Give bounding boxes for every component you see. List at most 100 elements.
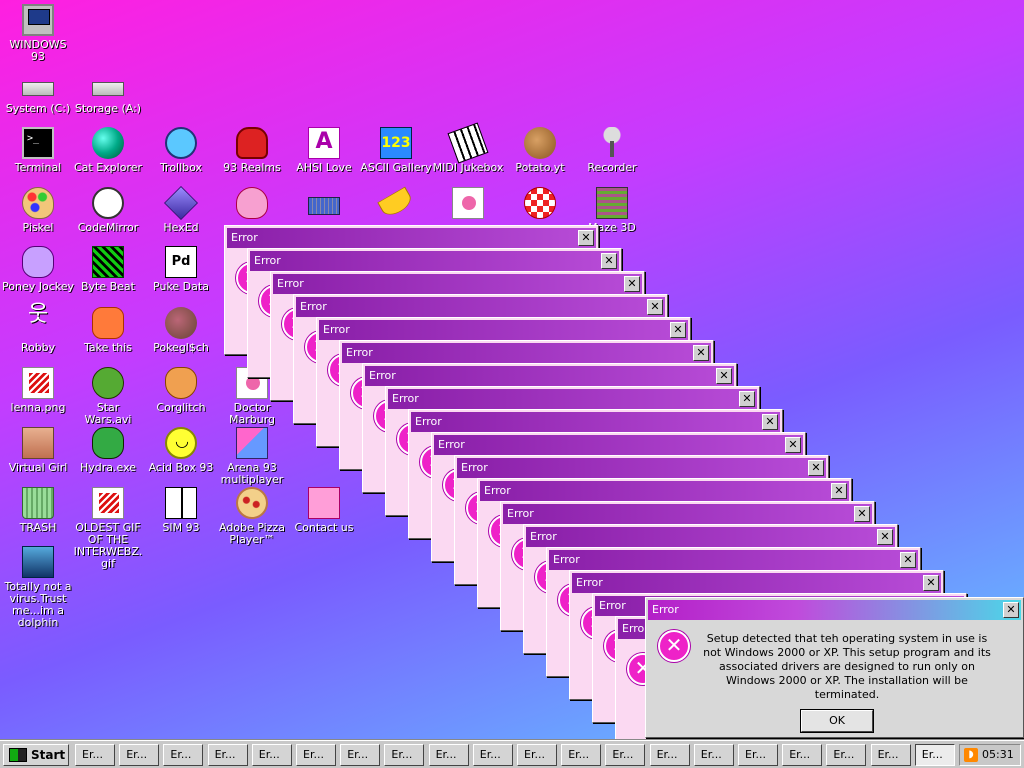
- error-window-titlebar[interactable]: Error ✕: [250, 251, 619, 271]
- desktop-icon-acid-box-93[interactable]: Acid Box 93: [144, 427, 218, 474]
- taskbar-button-error[interactable]: Er...: [163, 744, 204, 766]
- error-dialog[interactable]: Error ✕ ✕ Setup detected that teh operat…: [645, 597, 1024, 738]
- desktop-icon-take-this[interactable]: Take this: [71, 307, 145, 354]
- desktop-icon-teapot[interactable]: [215, 187, 289, 222]
- error-window-titlebar[interactable]: Error ✕: [227, 228, 596, 248]
- close-icon[interactable]: ✕: [1003, 602, 1019, 618]
- error-window-titlebar[interactable]: Error ✕: [549, 550, 918, 570]
- dolphin-icon: [22, 546, 54, 578]
- close-icon[interactable]: ✕: [601, 253, 617, 269]
- desktop-icon-robby[interactable]: Robby: [1, 307, 75, 354]
- desktop-icon-poney-jockey[interactable]: Poney Jockey: [1, 246, 75, 293]
- error-window-title: Error: [507, 507, 534, 520]
- error-window-titlebar[interactable]: Error ✕: [411, 412, 780, 432]
- desktop-icon-hexed[interactable]: HexEd: [144, 186, 218, 234]
- error-window-titlebar[interactable]: Error ✕: [273, 274, 642, 294]
- rss-icon[interactable]: ◗: [964, 748, 978, 762]
- taskbar-button-error[interactable]: Er...: [428, 744, 469, 766]
- taskbar-button-error[interactable]: Er...: [605, 744, 646, 766]
- desktop-icon-puke-data[interactable]: Pd Puke Data: [144, 246, 218, 293]
- close-icon[interactable]: ✕: [578, 230, 594, 246]
- desktop-icon-ascii-gallery[interactable]: 123 ASCII Gallery: [359, 127, 433, 174]
- desktop-icon-piskel[interactable]: Piskel: [1, 187, 75, 234]
- error-window-titlebar[interactable]: Error ✕: [388, 389, 757, 409]
- desktop-icon-adobe-pizza[interactable]: Adobe Pizza Player™: [215, 487, 289, 546]
- taskbar-button-error[interactable]: Er...: [75, 744, 115, 766]
- taskbar-button-error[interactable]: Er...: [119, 744, 160, 766]
- desktop-icon-recorder[interactable]: Recorder: [575, 127, 649, 174]
- desktop-icon-93-realms[interactable]: 93 Realms: [215, 127, 289, 174]
- taskbar-button-error[interactable]: Er...: [914, 744, 955, 766]
- desktop-icon-hydra-exe[interactable]: Hydra.exe: [71, 427, 145, 474]
- taskbar-button-error[interactable]: Er...: [649, 744, 690, 766]
- close-icon[interactable]: ✕: [647, 299, 663, 315]
- terminal-icon: [22, 127, 54, 159]
- desktop-icon-dolphin[interactable]: Totally not a virus.Trust me...im a dolp…: [1, 546, 75, 629]
- desktop-icon-cat-explorer[interactable]: Cat Explorer: [71, 127, 145, 174]
- close-icon[interactable]: ✕: [670, 322, 686, 338]
- desktop-icon-keyboard[interactable]: [287, 187, 361, 222]
- taskbar-button-error[interactable]: Er...: [207, 744, 248, 766]
- desktop-icon-midi-jukebox[interactable]: MIDI Jukebox: [431, 122, 505, 174]
- desktop-icon-codemirror[interactable]: CodeMirror: [71, 187, 145, 234]
- ok-button[interactable]: OK: [801, 710, 873, 732]
- close-icon[interactable]: ✕: [785, 437, 801, 453]
- error-window-titlebar[interactable]: Error ✕: [296, 297, 665, 317]
- close-icon[interactable]: ✕: [923, 575, 939, 591]
- close-icon[interactable]: ✕: [716, 368, 732, 384]
- taskbar-button-error[interactable]: Er...: [472, 744, 513, 766]
- desktop-icon-virtual-girl[interactable]: Virtual Girl: [1, 427, 75, 474]
- close-icon[interactable]: ✕: [808, 460, 824, 476]
- desktop-icon-terminal[interactable]: Terminal: [1, 127, 75, 174]
- close-icon[interactable]: ✕: [831, 483, 847, 499]
- close-icon[interactable]: ✕: [739, 391, 755, 407]
- desktop-icon-trollbox[interactable]: Trollbox: [144, 127, 218, 174]
- taskbar-button-error[interactable]: Er...: [340, 744, 381, 766]
- error-window-titlebar[interactable]: Error ✕: [457, 458, 826, 478]
- desktop-icon-document[interactable]: [431, 187, 505, 222]
- taskbar-button-error[interactable]: Er...: [782, 744, 823, 766]
- desktop-icon-contact-us[interactable]: Contact us: [287, 487, 361, 534]
- error-window-titlebar[interactable]: Error ✕: [434, 435, 803, 455]
- desktop-icon-lenna-png[interactable]: lenna.png: [1, 367, 75, 414]
- desktop-icon-corglitch[interactable]: Corglitch: [144, 367, 218, 414]
- desktop-icon-arena-93[interactable]: Arena 93 multiplayer: [215, 427, 289, 486]
- close-icon[interactable]: ✕: [762, 414, 778, 430]
- desktop-icon-star-wars[interactable]: Star Wars.avi: [71, 367, 145, 426]
- desktop-icon-system-c[interactable]: System (C:): [1, 68, 75, 115]
- error-window-titlebar[interactable]: Error ✕: [526, 527, 895, 547]
- desktop-icon-ball[interactable]: [503, 187, 577, 222]
- taskbar-button-error[interactable]: Er...: [517, 744, 557, 766]
- close-icon[interactable]: ✕: [693, 345, 709, 361]
- desktop-icon-windows93[interactable]: WINDOWS 93: [1, 4, 75, 63]
- desktop-icon-sim-93[interactable]: SIM 93: [144, 487, 218, 534]
- error-window-titlebar[interactable]: Error ✕: [319, 320, 688, 340]
- taskbar-button-error[interactable]: Er...: [384, 744, 425, 766]
- taskbar-button-error[interactable]: Er...: [738, 744, 778, 766]
- error-window-titlebar[interactable]: Error ✕: [365, 366, 734, 386]
- desktop-icon-ahsi-love[interactable]: A AHSI Love: [287, 127, 361, 174]
- close-icon[interactable]: ✕: [624, 276, 640, 292]
- taskbar-button-error[interactable]: Er...: [296, 744, 336, 766]
- error-window-titlebar[interactable]: Error ✕: [572, 573, 941, 593]
- desktop-icon-pokeglitch[interactable]: Pokegl$ch: [144, 307, 218, 354]
- close-icon[interactable]: ✕: [900, 552, 916, 568]
- desktop-icon-banana[interactable]: [359, 186, 433, 222]
- desktop-icon-oldest-gif[interactable]: OLDEST GIF OF THE INTERWEBZ.gif: [71, 487, 145, 570]
- desktop-icon-trash[interactable]: TRASH: [1, 487, 75, 534]
- error-dialog-titlebar[interactable]: Error ✕: [648, 600, 1021, 620]
- close-icon[interactable]: ✕: [854, 506, 870, 522]
- desktop-icon-potato-yt[interactable]: Potato.yt: [503, 127, 577, 174]
- taskbar-button-error[interactable]: Er...: [826, 744, 867, 766]
- start-button[interactable]: Start: [3, 744, 69, 766]
- desktop-icon-storage-a[interactable]: Storage (A:): [71, 68, 145, 115]
- taskbar-button-error[interactable]: Er...: [870, 744, 911, 766]
- desktop-icon-byte-beat[interactable]: Byte Beat: [71, 246, 145, 293]
- error-window-titlebar[interactable]: Error ✕: [480, 481, 849, 501]
- error-window-titlebar[interactable]: Error ✕: [503, 504, 872, 524]
- taskbar-button-error[interactable]: Er...: [693, 744, 734, 766]
- close-icon[interactable]: ✕: [877, 529, 893, 545]
- error-window-titlebar[interactable]: Error ✕: [342, 343, 711, 363]
- taskbar-button-error[interactable]: Er...: [561, 744, 602, 766]
- taskbar-button-error[interactable]: Er...: [251, 744, 292, 766]
